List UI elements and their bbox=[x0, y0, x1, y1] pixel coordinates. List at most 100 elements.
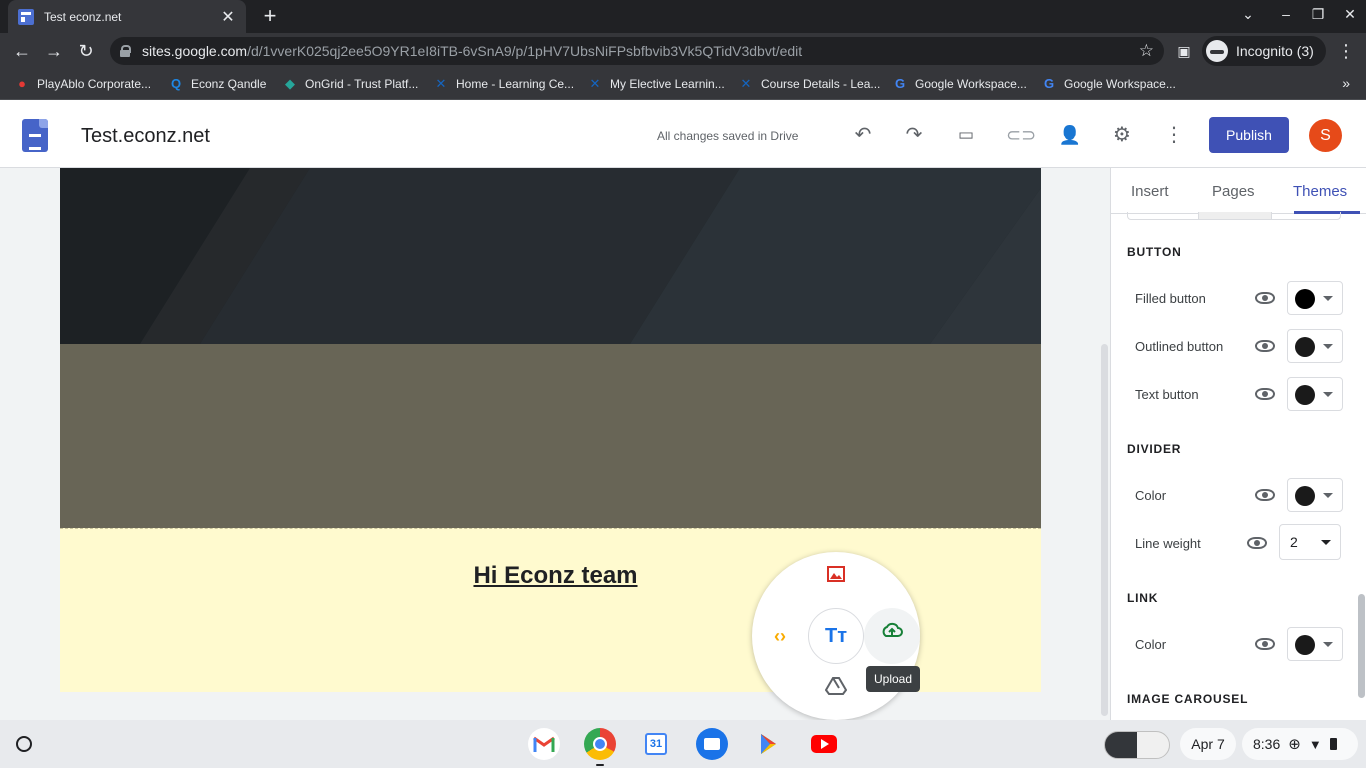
minimize-icon[interactable]: – bbox=[1276, 6, 1296, 22]
google-icon: G bbox=[894, 76, 906, 91]
play-store-icon[interactable] bbox=[752, 728, 784, 760]
forward-icon[interactable]: → bbox=[42, 39, 66, 63]
upload-icon[interactable] bbox=[874, 618, 910, 654]
tab-title: Test econz.net bbox=[44, 9, 122, 24]
bookmark-item[interactable]: ◆ OnGrid - Trust Platf... bbox=[282, 76, 418, 92]
tab-themes[interactable]: Themes bbox=[1293, 183, 1347, 200]
publish-button[interactable]: Publish bbox=[1209, 117, 1289, 153]
eye-icon[interactable] bbox=[1255, 489, 1275, 501]
eye-icon[interactable] bbox=[1255, 292, 1275, 304]
browser-menu-icon[interactable]: ⋮ bbox=[1334, 39, 1358, 63]
preview-devices-icon[interactable]: ▭ bbox=[954, 123, 978, 147]
chrome-icon[interactable] bbox=[584, 728, 616, 760]
bookmark-item[interactable]: G Google Workspace... bbox=[1041, 76, 1176, 92]
panel-scrollbar[interactable] bbox=[1358, 594, 1365, 698]
launcher-icon[interactable] bbox=[16, 736, 32, 752]
color-swatch bbox=[1295, 385, 1315, 405]
bookmark-item[interactable]: ● PlayAblo Corporate... bbox=[14, 76, 151, 92]
redo-icon[interactable]: ↷ bbox=[902, 123, 926, 147]
save-status: All changes saved in Drive bbox=[657, 129, 799, 143]
google-icon: G bbox=[1043, 76, 1055, 91]
lock-icon[interactable] bbox=[120, 45, 131, 57]
undo-icon[interactable]: ↶ bbox=[851, 123, 875, 147]
wifi-icon: ▼ bbox=[1308, 736, 1322, 752]
bookmark-item[interactable]: G Google Workspace... bbox=[892, 76, 1027, 92]
browser-tab[interactable]: Test econz.net ✕ bbox=[8, 0, 246, 33]
eye-icon[interactable] bbox=[1255, 638, 1275, 650]
playablo-icon: ● bbox=[18, 76, 26, 91]
browser-toolbar: ← → ↻ sites.google.com/d/1vverK025qj2ee5… bbox=[0, 33, 1366, 69]
filled-button-color-picker[interactable] bbox=[1287, 281, 1343, 315]
x-icon: ✕ bbox=[589, 76, 601, 91]
settings-gear-icon[interactable]: ⚙ bbox=[1110, 123, 1134, 147]
dropdown-arrow-icon bbox=[1321, 540, 1331, 545]
divider-section-title: DIVIDER bbox=[1127, 442, 1182, 456]
bookmark-item[interactable]: Q Econz Qandle bbox=[168, 76, 266, 92]
line-weight-label: Line weight bbox=[1135, 536, 1201, 551]
filled-button-label: Filled button bbox=[1135, 291, 1206, 306]
bookmark-item[interactable]: ✕ Course Details - Lea... bbox=[738, 76, 881, 92]
close-window-icon[interactable]: ✕ bbox=[1340, 6, 1360, 23]
address-bar[interactable]: sites.google.com/d/1vverK025qj2ee5O9YR1e… bbox=[110, 37, 1164, 65]
text-button-label: Text button bbox=[1135, 387, 1199, 402]
tab-insert[interactable]: Insert bbox=[1131, 183, 1169, 200]
google-sites-logo-icon[interactable] bbox=[22, 119, 48, 152]
bookmarks-bar: ● PlayAblo Corporate... Q Econz Qandle ◆… bbox=[0, 69, 1366, 100]
reload-icon[interactable]: ↻ bbox=[74, 39, 98, 63]
header-section[interactable] bbox=[60, 168, 1041, 344]
link-color-picker[interactable] bbox=[1287, 627, 1343, 661]
color-swatch bbox=[1295, 486, 1315, 506]
line-weight-select[interactable]: 2 bbox=[1279, 524, 1341, 560]
youtube-icon[interactable] bbox=[808, 728, 840, 760]
dropdown-arrow-icon bbox=[1323, 642, 1333, 647]
gmail-icon[interactable] bbox=[528, 728, 560, 760]
url-text: sites.google.com/d/1vverK025qj2ee5O9YR1e… bbox=[142, 43, 803, 59]
embed-code-icon[interactable]: ‹› bbox=[762, 618, 798, 654]
status-tray[interactable]: 8:36 ⊕ ▼ bbox=[1242, 728, 1358, 760]
bookmark-item[interactable]: ✕ Home - Learning Ce... bbox=[433, 76, 575, 92]
text-button-color-picker[interactable] bbox=[1287, 377, 1343, 411]
screen-thumbnail[interactable] bbox=[1104, 731, 1170, 759]
canvas-scrollbar[interactable] bbox=[1101, 344, 1108, 716]
bookmark-star-icon[interactable]: ☆ bbox=[1139, 41, 1154, 61]
sites-header: Test.econz.net All changes saved in Driv… bbox=[0, 101, 1366, 168]
right-panel: Insert Pages Themes BUTTON Filled button… bbox=[1110, 168, 1366, 720]
tab-pages[interactable]: Pages bbox=[1212, 183, 1255, 200]
bookmark-item[interactable]: ✕ My Elective Learnin... bbox=[587, 76, 725, 92]
account-avatar[interactable]: S bbox=[1309, 119, 1342, 152]
share-add-person-icon[interactable]: 👤 bbox=[1058, 123, 1082, 147]
eye-icon[interactable] bbox=[1247, 537, 1267, 549]
incognito-button[interactable]: Incognito (3) bbox=[1202, 36, 1326, 66]
theme-style-chips[interactable] bbox=[1127, 212, 1341, 220]
eye-icon[interactable] bbox=[1255, 388, 1275, 400]
more-options-icon[interactable]: ⋮ bbox=[1162, 123, 1186, 147]
link-section-title: LINK bbox=[1127, 591, 1159, 605]
outlined-button-color-picker[interactable] bbox=[1287, 329, 1343, 363]
restore-icon[interactable]: ❐ bbox=[1308, 6, 1328, 23]
add-circle-icon: ⊕ bbox=[1288, 736, 1301, 753]
hero-background bbox=[60, 168, 1041, 344]
olive-section[interactable] bbox=[60, 344, 1041, 528]
files-icon[interactable] bbox=[696, 728, 728, 760]
panel-tabs: Insert Pages Themes bbox=[1111, 168, 1366, 214]
incognito-icon bbox=[1206, 40, 1228, 62]
dropdown-arrow-icon bbox=[1323, 296, 1333, 301]
drive-icon[interactable] bbox=[818, 674, 854, 710]
back-icon[interactable]: ← bbox=[10, 39, 34, 63]
copy-link-icon[interactable]: ⊂⊃ bbox=[1006, 123, 1036, 147]
eye-icon[interactable] bbox=[1255, 340, 1275, 352]
close-tab-icon[interactable]: ✕ bbox=[220, 7, 236, 27]
divider-color-picker[interactable] bbox=[1287, 478, 1343, 512]
new-tab-button[interactable]: + bbox=[258, 4, 282, 28]
side-panel-icon[interactable]: ▣ bbox=[1172, 39, 1196, 63]
tab-search-chevron-icon[interactable]: ⌄ bbox=[1238, 6, 1258, 23]
calendar-icon[interactable]: 31 bbox=[640, 728, 672, 760]
date-tray[interactable]: Apr 7 bbox=[1180, 728, 1236, 760]
image-icon[interactable] bbox=[818, 562, 854, 598]
button-section-title: BUTTON bbox=[1127, 245, 1182, 259]
site-title[interactable]: Test.econz.net bbox=[81, 125, 210, 148]
more-bookmarks-icon[interactable]: » bbox=[1342, 75, 1350, 91]
text-box-icon[interactable]: Tт bbox=[808, 608, 864, 664]
color-swatch bbox=[1295, 635, 1315, 655]
outlined-button-label: Outlined button bbox=[1135, 339, 1224, 354]
